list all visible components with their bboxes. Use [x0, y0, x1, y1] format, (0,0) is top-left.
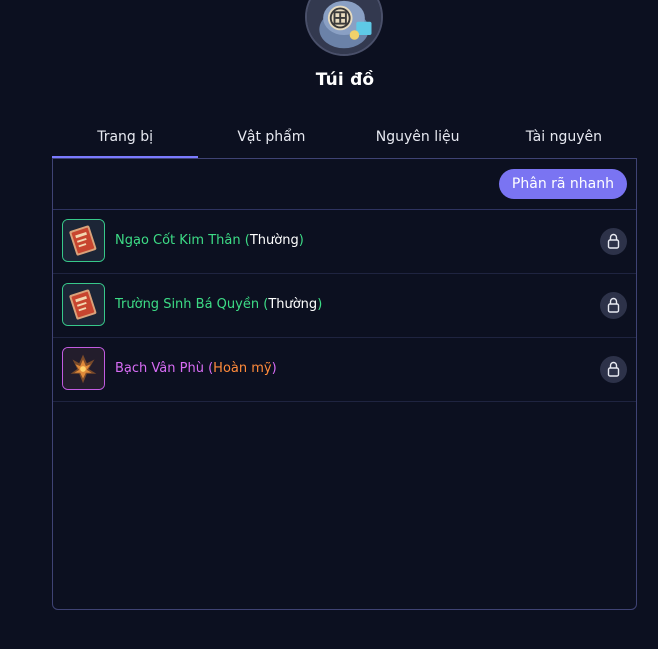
- tab-items[interactable]: Vật phẩm: [198, 120, 344, 158]
- lock-button[interactable]: [600, 228, 627, 255]
- item-name-line: Trường Sinh Bá Quyền (Thường): [115, 297, 322, 312]
- tab-bar: Trang bị Vật phẩm Nguyên liệu Tài nguyên: [52, 120, 637, 158]
- rarity-close-paren: ): [298, 233, 304, 248]
- tab-resources[interactable]: Tài nguyên: [491, 120, 637, 158]
- lock-icon: [607, 297, 620, 313]
- item-name-line: Ngạo Cốt Kim Thân (Thường): [115, 233, 304, 248]
- rarity-close-paren: ): [317, 297, 323, 312]
- item-rarity: Hoàn mỹ: [213, 361, 272, 376]
- tab-materials[interactable]: Nguyên liệu: [345, 120, 491, 158]
- item-name: Ngạo Cốt Kim Thân: [115, 233, 241, 248]
- red-book-icon: [62, 219, 105, 262]
- page-title: Túi đồ: [315, 70, 375, 90]
- item-rarity: Thường: [249, 233, 299, 248]
- item-name-line: Bạch Vân Phù (Hoàn mỹ): [115, 361, 277, 376]
- rarity-close-paren: ): [271, 361, 277, 376]
- lock-icon: [607, 361, 620, 377]
- list-item[interactable]: Ngạo Cốt Kim Thân (Thường): [53, 210, 636, 274]
- list-item[interactable]: Trường Sinh Bá Quyền (Thường): [53, 274, 636, 338]
- bag-icon: [305, 0, 383, 56]
- quick-decompose-button[interactable]: Phân rã nhanh: [498, 169, 627, 199]
- tab-equipment[interactable]: Trang bị: [52, 120, 199, 158]
- item-name: Trường Sinh Bá Quyền: [115, 297, 260, 312]
- talisman-icon: [62, 347, 105, 390]
- red-book-icon: [62, 283, 105, 326]
- item-rarity: Thường: [268, 297, 318, 312]
- rarity-open-paren: (: [203, 361, 214, 376]
- inventory-page: Túi đồ Trang bị Vật phẩm Nguyên liệu Tài…: [0, 0, 658, 649]
- lock-button[interactable]: [600, 356, 627, 383]
- lock-icon: [607, 233, 620, 249]
- lock-button[interactable]: [600, 292, 627, 319]
- rarity-open-paren: (: [240, 233, 250, 248]
- item-name: Bạch Vân Phù: [115, 361, 204, 376]
- rarity-open-paren: (: [259, 297, 269, 312]
- inventory-toolbar: Phân rã nhanh: [53, 159, 636, 210]
- inventory-panel: Phân rã nhanh Ngạo Cốt Kim Thân (Thường): [52, 158, 637, 610]
- list-item[interactable]: Bạch Vân Phù (Hoàn mỹ): [53, 338, 636, 402]
